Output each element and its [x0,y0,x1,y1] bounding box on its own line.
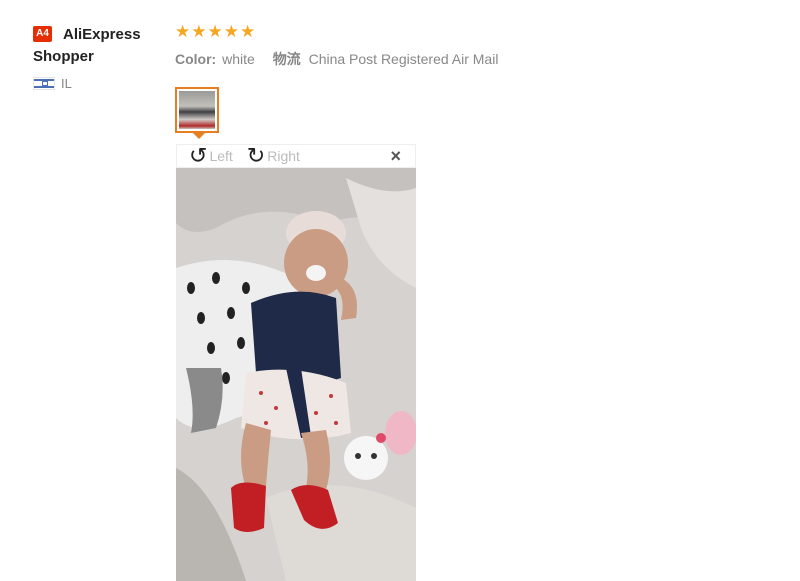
rotate-left-button[interactable]: ↺ Left [189,143,233,168]
star-icon: ★ [207,22,223,41]
star-icon: ★ [240,22,256,41]
star-icon: ★ [223,22,239,41]
rotate-right-button[interactable]: ↻ Right [246,143,300,168]
star-icon: ★ [175,22,191,41]
review-photo-thumbnail[interactable] [175,87,219,133]
rotate-left-label: Left [209,148,233,164]
star-icon: ★ [191,22,207,41]
reviewer-name: AliExpress Shopper [33,26,141,65]
review-attributes: Color: white 物流 China Post Registered Ai… [175,49,498,69]
rotate-right-label: Right [267,148,300,164]
review-photo-enlarged [176,168,416,581]
color-value: white [222,51,255,67]
rotate-right-icon: ↻ [246,143,266,168]
close-icon[interactable]: × [390,146,401,167]
reviewer-country: IL [33,76,72,91]
photo-viewer-toolbar: ↺ Left ↻ Right × [176,144,416,168]
thumbnail-pointer [193,133,205,139]
israel-flag-icon [33,77,55,90]
country-code: IL [61,76,72,91]
rotate-left-icon: ↺ [189,143,208,168]
shipping-label: 物流 [272,51,301,67]
color-label: Color: [175,51,217,67]
shipping-value: China Post Registered Air Mail [308,51,499,67]
rating-stars: ★ ★ ★ ★ ★ [175,23,255,41]
photo-image [176,168,416,581]
thumbnail-image [179,91,215,129]
